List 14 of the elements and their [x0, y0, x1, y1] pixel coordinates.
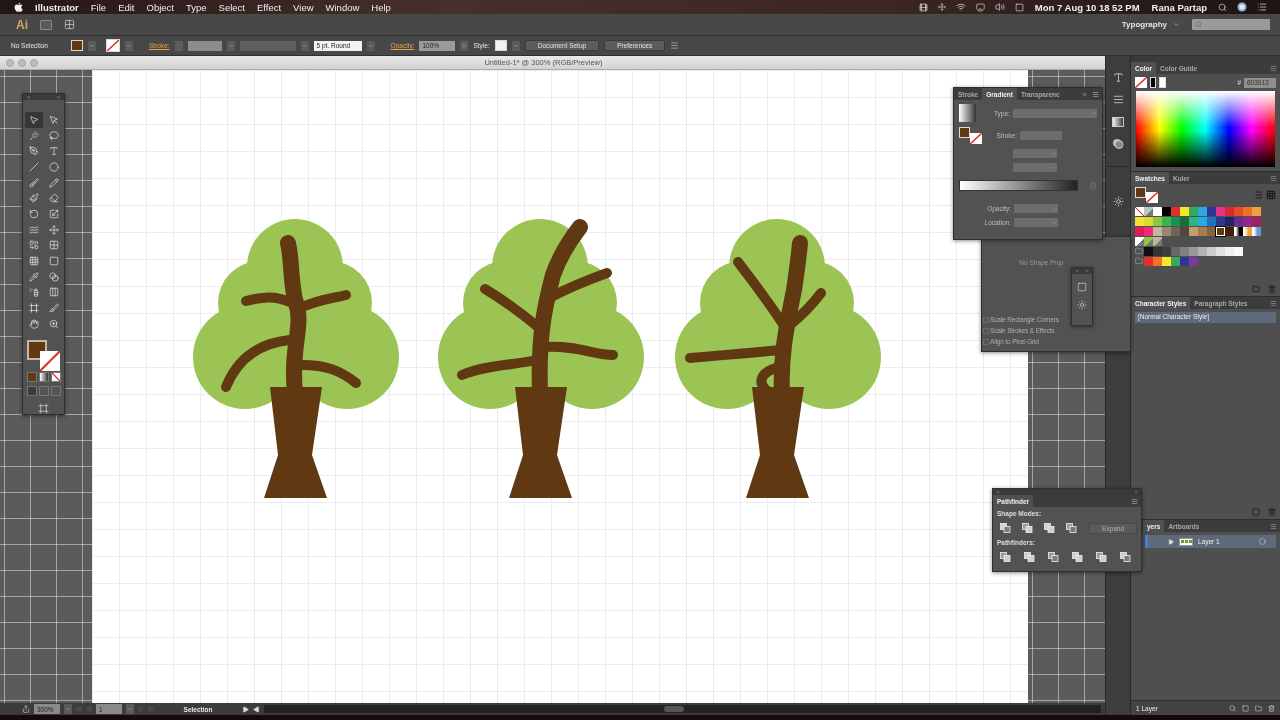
menu-item[interactable]: Effect [251, 1, 288, 13]
menu-item[interactable]: Type [179, 1, 213, 13]
menu-clock[interactable]: Mon 7 Aug 10 18 52 PM [1028, 1, 1146, 13]
menu-item[interactable]: Help [365, 1, 397, 13]
user-name[interactable]: Rana Partap [1145, 1, 1213, 13]
menu-item[interactable]: Window [319, 1, 366, 13]
menu-item[interactable]: File [84, 1, 113, 13]
workspace-switcher[interactable]: Typography [1121, 20, 1180, 29]
menu-item[interactable]: Object [140, 1, 180, 13]
menu-item[interactable]: Edit [112, 1, 141, 13]
menu-item[interactable]: Select [212, 1, 251, 13]
app-logo: Ai [16, 17, 28, 32]
menu-item[interactable]: View [287, 1, 320, 13]
menu-app-name[interactable]: Illustrator [29, 1, 85, 13]
